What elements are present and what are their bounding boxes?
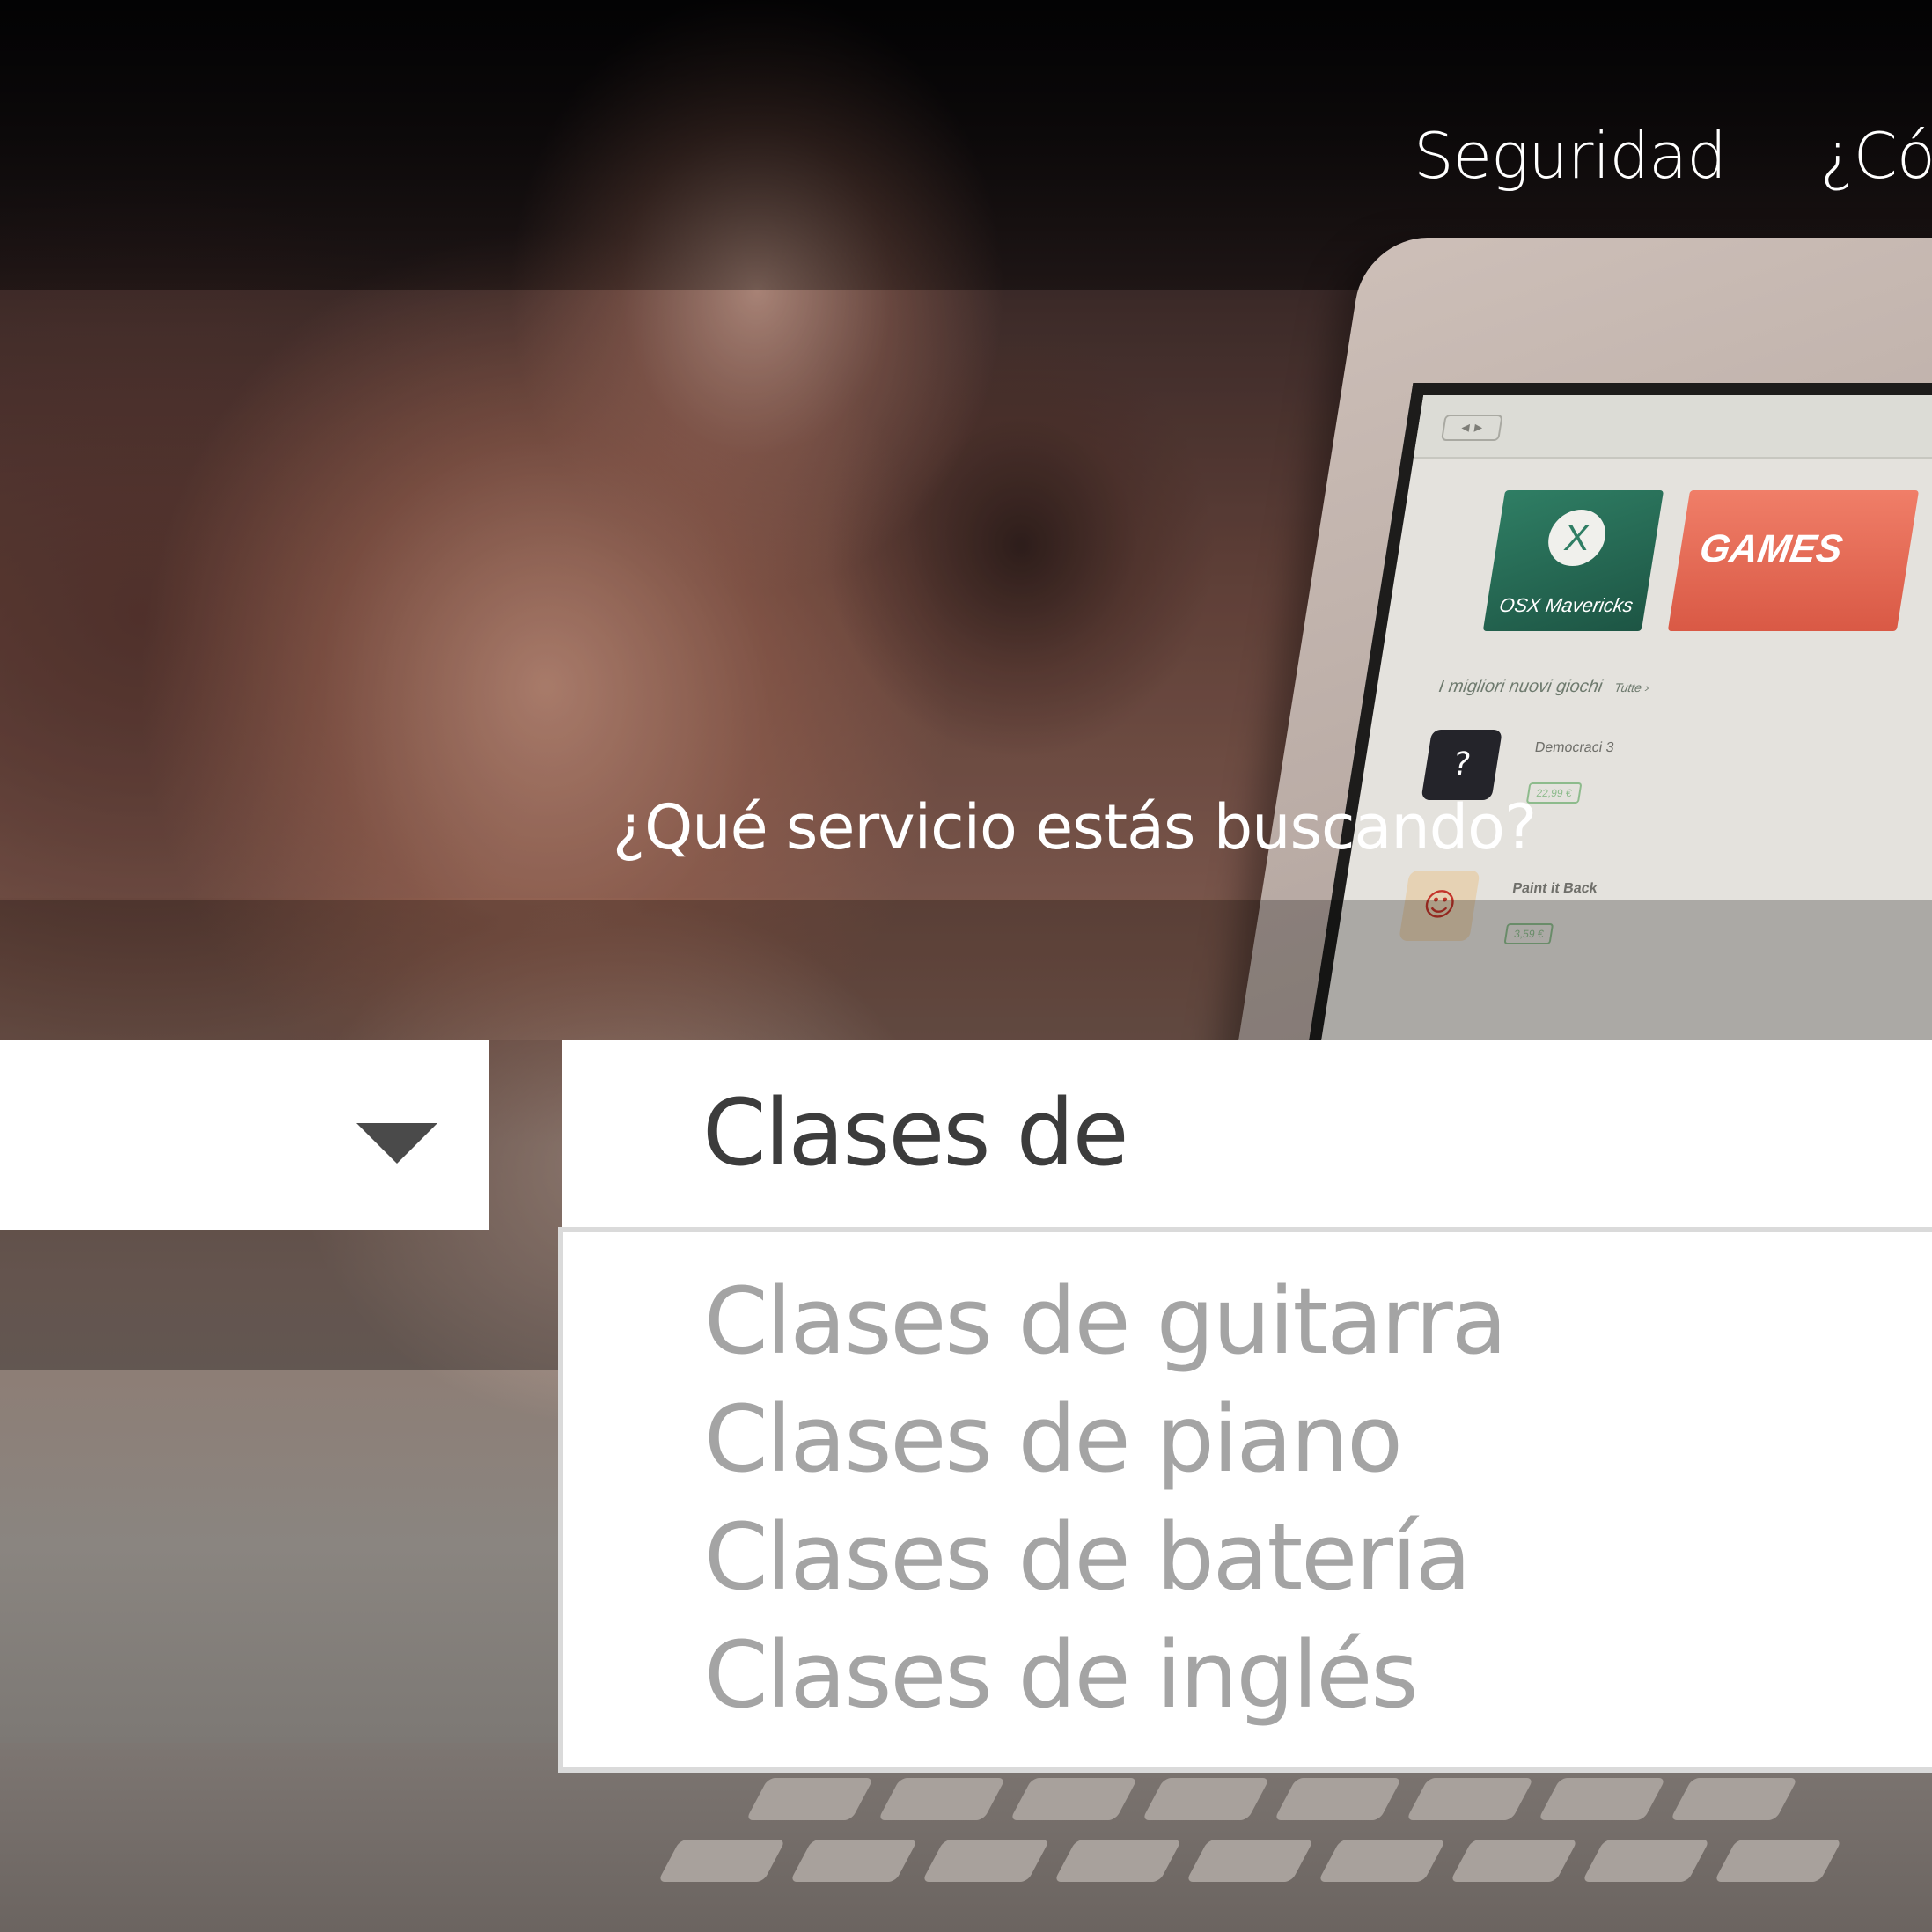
keyboard-key [1142,1778,1270,1820]
games-tile-label: GAMES [1696,527,1846,570]
nav-link-como-funciona[interactable]: ¿Có [1820,119,1932,193]
section-more-link: Tutte › [1613,680,1650,694]
page: ◂ ▸ X OSX Mavericks GAMES I migliori nuo… [0,0,1932,1932]
keyboard-key [1274,1778,1402,1820]
game-name: Paint it Back [1511,881,1598,896]
keyboard-key [1670,1778,1798,1820]
keyboard-key [1714,1840,1842,1882]
location-select[interactable] [0,1040,489,1230]
service-search-input[interactable] [702,1067,1917,1199]
keyboard-key [922,1840,1050,1882]
store-section-title: I migliori nuovi giochi Tutte › [1437,677,1651,697]
osx-mavericks-tile: X OSX Mavericks [1482,490,1664,631]
app-toolbar: ◂ ▸ [1413,395,1932,459]
nav-link-seguridad[interactable]: Seguridad [1414,119,1727,193]
keyboard-key [1538,1778,1666,1820]
search-question-heading: ¿Qué servicio estás buscando? [613,791,1537,863]
suggestion-item[interactable]: Clases de piano [704,1380,1932,1498]
keyboard-key [1450,1840,1578,1882]
keyboard-key [1054,1840,1182,1882]
suggestion-item[interactable]: Clases de inglés [704,1616,1932,1734]
service-search-box[interactable] [562,1040,1932,1230]
suggestion-item[interactable]: Clases de guitarra [704,1262,1932,1380]
hero-dark-band [0,900,1932,1040]
chevron-down-icon[interactable] [356,1123,437,1164]
keyboard-key [1186,1840,1314,1882]
keyboard-key [878,1778,1006,1820]
suggestion-item[interactable]: Clases de batería [704,1498,1932,1616]
section-title-text: I migliori nuovi giochi [1437,677,1605,696]
autocomplete-suggestions: Clases de guitarra Clases de piano Clase… [558,1227,1932,1773]
keyboard-key [790,1840,918,1882]
back-forward-icon: ◂ ▸ [1440,415,1503,441]
game-name: Democraci 3 [1533,740,1615,755]
keyboard-key [1010,1778,1138,1820]
keyboard-key [1406,1778,1534,1820]
osx-x-logo: X [1544,510,1610,566]
keyboard-key [1582,1840,1710,1882]
games-tile: GAMES [1667,490,1920,631]
osx-tile-label: OSX Mavericks [1497,594,1635,616]
keyboard-key [1318,1840,1446,1882]
keyboard-key [657,1840,786,1882]
game-icon-democracy: ? [1421,730,1503,800]
keyboard-key [746,1778,874,1820]
